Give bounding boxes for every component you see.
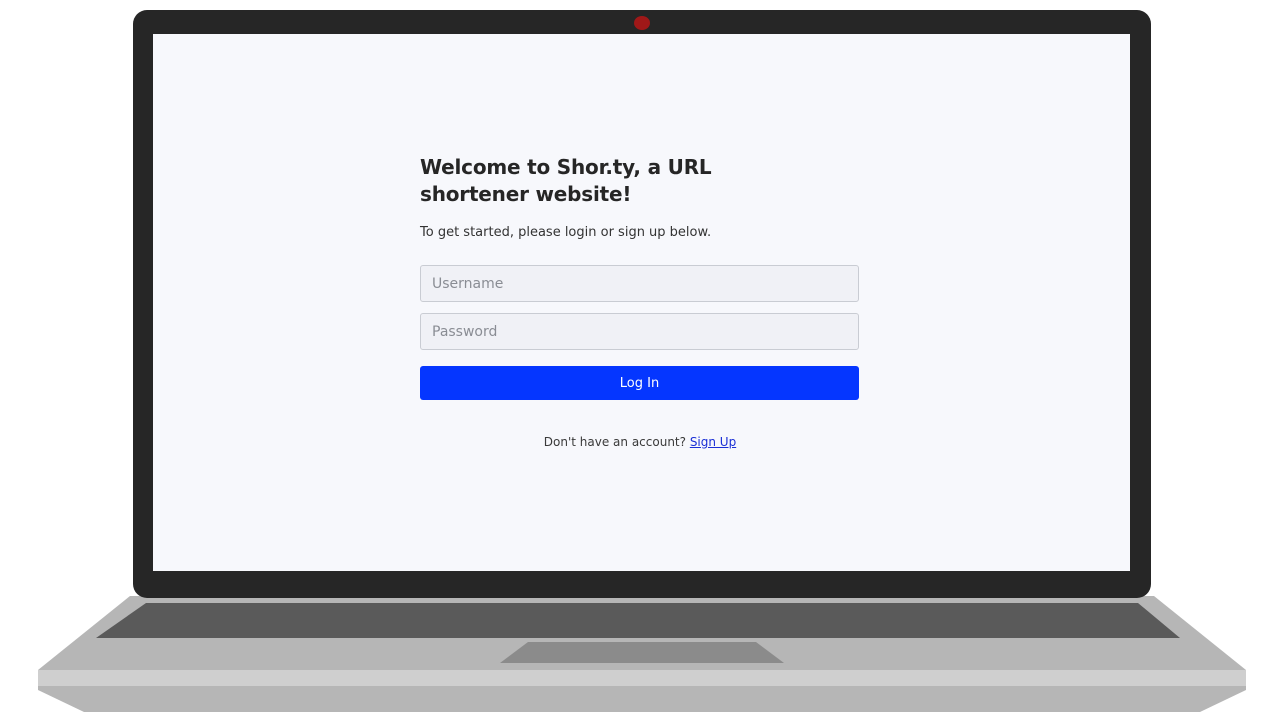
password-input[interactable]: [420, 313, 859, 350]
screen-display: Welcome to Shor.ty, a URL shortener webs…: [153, 34, 1130, 571]
signup-prompt-text: Don't have an account?: [543, 435, 690, 449]
keyboard-area: [96, 603, 1180, 638]
login-button[interactable]: Log In: [420, 366, 859, 400]
trackpad: [500, 642, 784, 663]
laptop-mockup: Welcome to Shor.ty, a URL shortener webs…: [0, 0, 1284, 722]
webcam-light-icon: [634, 16, 650, 30]
username-input[interactable]: [420, 265, 859, 302]
page-subtitle: To get started, please login or sign up …: [420, 225, 712, 240]
signup-prompt-row: Don't have an account? Sign Up: [420, 434, 860, 450]
laptop-base-edge: [38, 670, 1246, 686]
login-panel: Welcome to Shor.ty, a URL shortener webs…: [420, 154, 860, 450]
page-title: Welcome to Shor.ty, a URL shortener webs…: [420, 155, 712, 206]
signup-link[interactable]: Sign Up: [690, 435, 736, 449]
